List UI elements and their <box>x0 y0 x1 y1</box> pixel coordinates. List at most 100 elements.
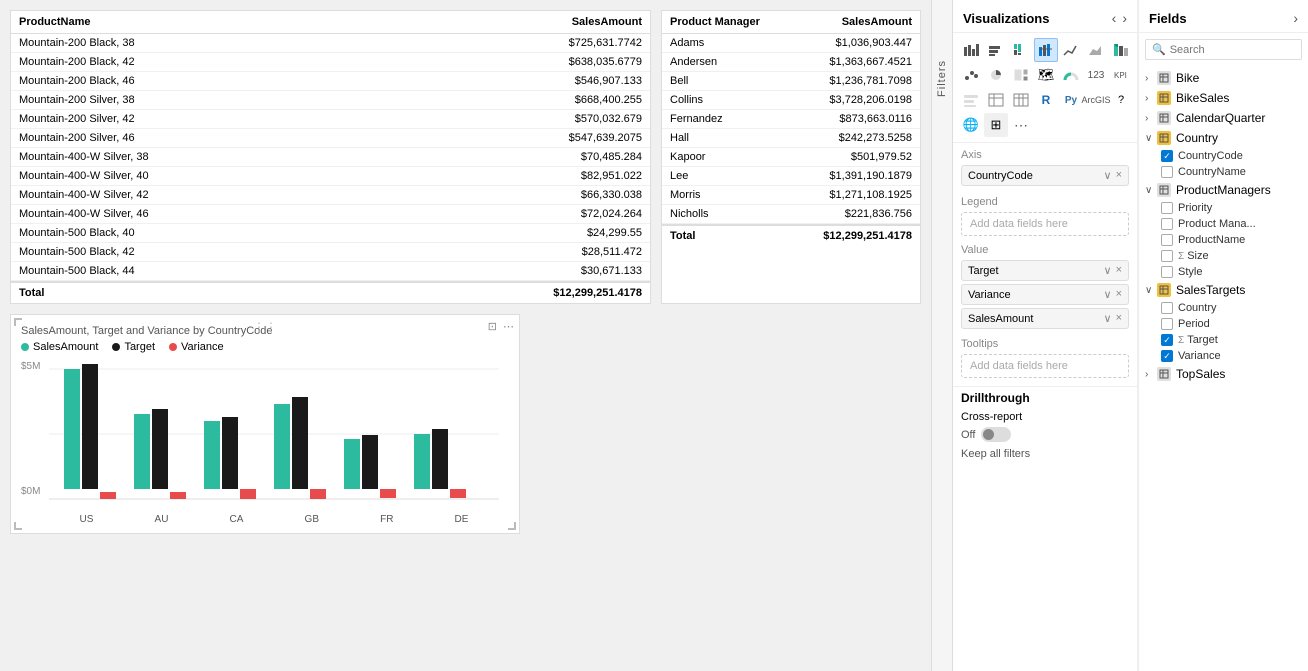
field-checkbox[interactable] <box>1161 266 1173 278</box>
field-item[interactable]: ✓ΣTarget <box>1139 332 1308 348</box>
resize-tl[interactable] <box>14 318 22 326</box>
field-item[interactable]: ✓ Variance <box>1139 348 1308 364</box>
legend-section-header: Legend <box>961 196 1129 208</box>
field-item[interactable]: Priority <box>1139 200 1308 216</box>
field-group-header[interactable]: ›Bike <box>1139 68 1308 88</box>
viz-icon-scatter[interactable] <box>959 63 983 87</box>
target-remove[interactable]: × <box>1116 264 1122 277</box>
col-productname: ProductName <box>11 11 407 34</box>
field-item[interactable]: Period <box>1139 316 1308 332</box>
viz-icon-pie[interactable] <box>984 63 1008 87</box>
chevron-icon: › <box>1145 93 1155 104</box>
field-checkbox[interactable] <box>1161 218 1173 230</box>
axis-field-pill[interactable]: CountryCode ∨ × <box>961 165 1129 186</box>
drag-handle[interactable]: ⋮⋮ <box>253 320 277 334</box>
search-box[interactable]: 🔍 <box>1145 39 1302 60</box>
viz-icon-qa[interactable]: ? <box>1109 88 1133 112</box>
filters-tab[interactable]: Filters <box>931 0 953 671</box>
viz-icon-col[interactable] <box>984 38 1008 62</box>
field-checkbox[interactable] <box>1161 302 1173 314</box>
viz-chevron-right[interactable]: › <box>1122 10 1127 26</box>
variance-remove[interactable]: × <box>1116 288 1122 301</box>
field-checkbox[interactable]: ✓ <box>1161 334 1173 346</box>
viz-icon-bar[interactable] <box>959 38 983 62</box>
viz-icon-ribbon[interactable] <box>1109 38 1133 62</box>
viz-icon-table[interactable] <box>984 88 1008 112</box>
field-group-header[interactable]: ›BikeSales <box>1139 88 1308 108</box>
field-checkbox[interactable] <box>1161 166 1173 178</box>
field-item[interactable]: CountryName <box>1139 164 1308 180</box>
viz-icon-py[interactable]: Py <box>1059 88 1083 112</box>
variance-chevron[interactable]: ∨ <box>1104 288 1112 301</box>
search-input[interactable] <box>1170 44 1295 56</box>
drillthrough-header: Drillthrough <box>961 391 1129 405</box>
field-checkbox[interactable] <box>1161 202 1173 214</box>
group-name: TopSales <box>1176 367 1225 381</box>
viz-icon-matrix[interactable] <box>1009 88 1033 112</box>
col-salesamount-right: SalesAmount <box>796 11 920 34</box>
field-item[interactable]: Product Mana... <box>1139 216 1308 232</box>
field-checkbox[interactable] <box>1161 250 1173 262</box>
group-table-icon <box>1157 111 1171 125</box>
value-field-target[interactable]: Target ∨× <box>961 260 1129 281</box>
field-item[interactable]: ProductName <box>1139 232 1308 248</box>
expand-icon[interactable]: ⊡ <box>488 320 497 333</box>
sales-chevron[interactable]: ∨ <box>1104 312 1112 325</box>
right-total-label: Total <box>662 225 735 246</box>
viz-chevron-left[interactable]: ‹ <box>1112 10 1117 26</box>
legend-drop-zone[interactable]: Add data fields here <box>961 212 1129 236</box>
field-group-header[interactable]: ∨Country <box>1139 128 1308 148</box>
viz-icon-ai[interactable]: ArcGIS <box>1084 88 1108 112</box>
viz-icon-treemap[interactable] <box>1009 63 1033 87</box>
group-table-icon <box>1157 91 1171 105</box>
field-checkbox[interactable]: ✓ <box>1161 150 1173 162</box>
value-field-variance[interactable]: Variance ∨× <box>961 284 1129 305</box>
viz-icon-gauge[interactable] <box>1059 63 1083 87</box>
value-section-header: Value <box>961 244 1129 256</box>
drillthrough-toggle[interactable] <box>981 427 1011 442</box>
viz-icon-line[interactable] <box>1059 38 1083 62</box>
chart-svg <box>49 359 499 509</box>
x-label-fr: FR <box>380 514 393 525</box>
sales-remove[interactable]: × <box>1116 312 1122 325</box>
axis-chevron-down[interactable]: ∨ <box>1104 169 1112 182</box>
value-field-salesamount[interactable]: SalesAmount ∨× <box>961 308 1129 329</box>
viz-icon-area[interactable] <box>1084 38 1108 62</box>
group-table-icon <box>1157 183 1171 197</box>
viz-icon-globe[interactable]: 🌐 <box>959 113 983 137</box>
field-item[interactable]: Style <box>1139 264 1308 280</box>
viz-icon-stacked[interactable] <box>1009 38 1033 62</box>
field-group-header[interactable]: ∨ProductManagers <box>1139 180 1308 200</box>
viz-icon-kpi[interactable]: KPI <box>1109 63 1133 87</box>
tooltips-drop-zone[interactable]: Add data fields here <box>961 354 1129 378</box>
field-item[interactable]: ✓CountryCode <box>1139 148 1308 164</box>
field-group-header[interactable]: ∨SalesTargets <box>1139 280 1308 300</box>
left-table-row: Mountain-200 Black, 42$638,035.6779 <box>11 53 650 72</box>
viz-icon-card[interactable]: 123 <box>1084 63 1108 87</box>
field-checkbox[interactable] <box>1161 318 1173 330</box>
field-name: Variance <box>1178 350 1302 362</box>
viz-icon-more[interactable]: ⋯ <box>1009 113 1033 137</box>
fields-expand[interactable]: › <box>1293 10 1298 26</box>
viz-icon-r[interactable]: R <box>1034 88 1058 112</box>
visualizations-panel: Visualizations ‹ › <box>953 0 1138 671</box>
viz-icon-custom[interactable]: ⊞ <box>984 113 1008 137</box>
field-checkbox[interactable]: ✓ <box>1161 350 1173 362</box>
viz-icon-slicer[interactable] <box>959 88 983 112</box>
field-checkbox[interactable] <box>1161 234 1173 246</box>
field-group: ›CalendarQuarter <box>1139 108 1308 128</box>
field-group-header[interactable]: ›CalendarQuarter <box>1139 108 1308 128</box>
more-icon[interactable]: ⋯ <box>503 320 514 333</box>
field-item[interactable]: Country <box>1139 300 1308 316</box>
viz-icon-selected[interactable] <box>1034 38 1058 62</box>
field-item[interactable]: ΣSize <box>1139 248 1308 264</box>
right-table-row: Collins$3,728,206.0198 <box>662 91 920 110</box>
chevron-icon: ∨ <box>1145 185 1155 196</box>
target-chevron[interactable]: ∨ <box>1104 264 1112 277</box>
axis-remove[interactable]: × <box>1116 169 1122 182</box>
right-table-row: Adams$1,036,903.447 <box>662 34 920 53</box>
viz-icon-map[interactable]: 🗺 <box>1034 63 1058 87</box>
fields-panel: Fields › 🔍 ›Bike›BikeSales›CalendarQuart… <box>1138 0 1308 671</box>
resize-br[interactable] <box>508 522 516 530</box>
field-group-header[interactable]: ›TopSales <box>1139 364 1308 384</box>
